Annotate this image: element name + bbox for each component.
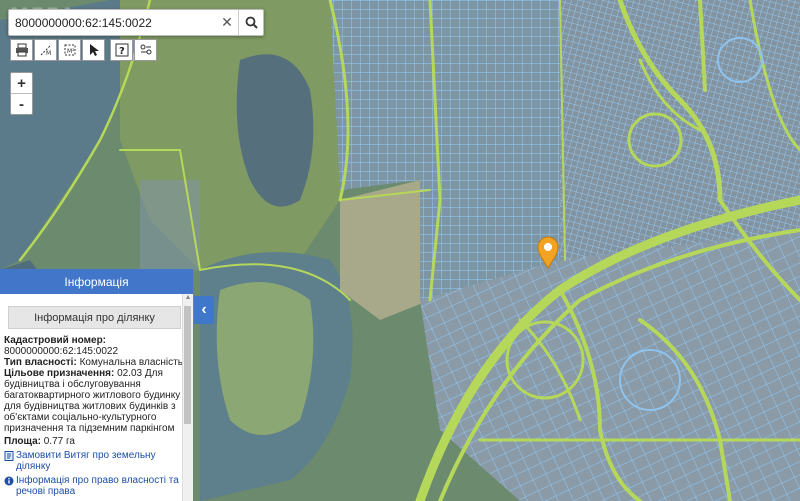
area-label: Площа:	[4, 436, 41, 447]
search-input[interactable]	[9, 12, 216, 33]
ownership-label: Тип власності:	[4, 357, 77, 368]
layers-icon	[140, 44, 151, 55]
ownership-rights-label: Інформація про право власності та речові…	[16, 475, 179, 497]
print-button[interactable]	[10, 39, 33, 61]
measure-area-button[interactable]: M²	[58, 39, 81, 61]
ownership-value: Комунальна власність	[79, 357, 183, 368]
info-panel-scrollbar[interactable]: ▲	[182, 294, 193, 501]
collapse-panel-button[interactable]: ‹	[194, 296, 214, 324]
info-panel: Інформація Інформація про ділянку Кадаст…	[0, 269, 193, 501]
document-icon	[4, 451, 14, 461]
layers-button[interactable]	[134, 39, 157, 61]
info-icon	[4, 476, 14, 486]
cadastral-value: 8000000000:62:145:0022	[4, 346, 119, 357]
order-extract-link[interactable]: Замовити Витяг про земельну ділянку	[4, 450, 185, 472]
search-bar: ✕	[8, 9, 264, 36]
printer-icon	[15, 43, 28, 57]
info-panel-title: Інформація	[0, 269, 193, 294]
help-icon: ?	[115, 43, 128, 57]
help-button[interactable]: ?	[110, 39, 133, 61]
cadastral-label: Кадастровий номер:	[4, 335, 107, 346]
select-pointer-button[interactable]	[82, 39, 105, 61]
pointer-icon	[89, 44, 99, 56]
measure-distance-icon: M	[40, 44, 51, 57]
svg-text:?: ?	[119, 46, 125, 57]
clear-search-button[interactable]: ✕	[216, 10, 239, 35]
info-panel-body: Інформація про ділянку Кадастровий номер…	[0, 294, 189, 501]
zoom-out-button[interactable]: -	[11, 93, 32, 114]
measure-distance-button[interactable]: M	[34, 39, 57, 61]
measure-area-icon: M²	[64, 44, 75, 56]
scroll-up-arrow-icon[interactable]: ▲	[183, 294, 193, 304]
purpose-label: Цільове призначення:	[4, 368, 115, 379]
svg-text:M: M	[46, 50, 51, 57]
area-value: 0.77 га	[43, 436, 75, 447]
search-button[interactable]	[239, 10, 263, 35]
map-toolbar: M M² ?	[10, 39, 162, 61]
scrollbar-thumb[interactable]	[184, 306, 191, 424]
svg-text:M²: M²	[67, 48, 75, 55]
parcel-info-heading: Інформація про ділянку	[8, 306, 181, 329]
ownership-rights-link[interactable]: Інформація про право власності та речові…	[4, 475, 185, 497]
chevron-left-icon: ‹	[201, 301, 207, 318]
zoom-in-button[interactable]: +	[11, 73, 32, 93]
close-icon: ✕	[221, 14, 233, 30]
zoom-control: + -	[10, 72, 33, 115]
search-icon	[245, 16, 258, 29]
order-extract-label: Замовити Витяг про земельну ділянку	[16, 450, 156, 472]
